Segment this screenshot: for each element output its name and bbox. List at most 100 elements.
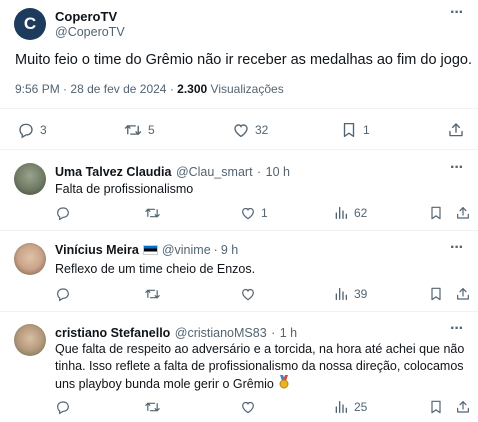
reply-header: cristiano Stefanello @cristianoMS83 · 1 … <box>55 324 297 342</box>
like-button[interactable]: 1 <box>240 205 268 221</box>
repost-button[interactable]: 5 <box>123 121 155 139</box>
share-icon <box>455 286 471 302</box>
reply-author-name[interactable]: cristiano Stefanello <box>55 326 170 340</box>
heart-icon <box>240 286 256 302</box>
views-button[interactable]: 39 <box>333 286 367 302</box>
reply-icon <box>55 286 71 302</box>
reply-icon <box>17 121 35 139</box>
meta-separator: · <box>257 165 262 179</box>
bookmark-button[interactable] <box>428 399 449 415</box>
post-date[interactable]: 28 de fev de 2024 <box>70 82 166 96</box>
views-button[interactable]: 62 <box>333 205 367 221</box>
share-button[interactable] <box>455 205 476 221</box>
bookmark-count: 1 <box>363 123 370 137</box>
repost-button[interactable] <box>144 286 166 302</box>
reply-button[interactable] <box>55 205 76 221</box>
heart-icon <box>240 205 256 221</box>
avatar[interactable] <box>14 324 46 356</box>
reply-author-handle[interactable]: @vinime <box>162 243 211 257</box>
bookmark-button[interactable] <box>428 205 449 221</box>
bookmark-button[interactable] <box>428 286 449 302</box>
share-button[interactable] <box>455 286 476 302</box>
heart-icon <box>240 399 256 415</box>
post-handle[interactable]: @CoperoTV <box>55 25 125 39</box>
reply-text: Reflexo de um time cheio de Enzos. <box>55 262 256 276</box>
reply-icon <box>55 399 71 415</box>
reply-author-handle[interactable]: @cristianoMS83 <box>175 326 267 340</box>
reply-count: 3 <box>40 123 47 137</box>
repost-button[interactable] <box>144 205 166 221</box>
like-button[interactable]: 32 <box>232 121 268 139</box>
divider <box>0 230 478 231</box>
reply-time[interactable]: 10 h <box>266 165 290 179</box>
divider <box>0 149 478 150</box>
views-count: 25 <box>354 400 368 414</box>
post-meta: 9:56 PM · 28 de fev de 2024 · 2.300 Visu… <box>15 82 284 96</box>
medal-emoji-icon <box>278 375 290 394</box>
reply-author-name[interactable]: Vinícius Meira <box>55 243 139 257</box>
views-count: 2.300 <box>177 82 208 96</box>
meta-separator: · <box>271 326 276 340</box>
heart-icon <box>232 121 250 139</box>
reply-header: Vinícius Meira @vinime · 9 h <box>55 243 238 257</box>
repost-button[interactable] <box>144 399 166 415</box>
share-icon <box>447 121 465 139</box>
reply-author-name[interactable]: Uma Talvez Claudia <box>55 165 171 179</box>
like-count: 1 <box>261 206 268 220</box>
reply-time[interactable]: 9 h <box>221 243 238 257</box>
reply-text-line: Que falta de respeito ao adversário e a … <box>55 342 465 356</box>
views-count: 62 <box>354 206 368 220</box>
reply-button[interactable] <box>55 399 76 415</box>
estonia-flag-icon <box>142 245 158 255</box>
share-icon <box>455 205 471 221</box>
more-options-button[interactable]: ··· <box>450 4 464 22</box>
like-button[interactable] <box>240 399 261 415</box>
reply-button[interactable]: 3 <box>17 121 47 139</box>
reply-text-line: uns playboy bunda mole gerir o Grêmio <box>55 375 473 394</box>
more-options-button[interactable]: ··· <box>450 239 464 257</box>
bookmark-button[interactable]: 1 <box>340 121 370 139</box>
avatar[interactable] <box>14 243 46 275</box>
analytics-icon <box>333 286 349 302</box>
reply-header: Uma Talvez Claudia @Clau_smart · 10 h <box>55 163 290 181</box>
bookmark-icon <box>340 121 358 139</box>
reply-text: Falta de profissionalismo <box>55 182 194 196</box>
avatar-letter: C <box>23 14 37 33</box>
like-count: 32 <box>255 123 269 137</box>
reply-text: Que falta de respeito ao adversário e a … <box>55 341 473 394</box>
post-time[interactable]: 9:56 PM <box>15 82 60 96</box>
repost-icon <box>123 121 143 139</box>
divider <box>0 311 478 312</box>
repost-icon <box>144 286 161 302</box>
meta-separator: · <box>169 82 174 96</box>
repost-count: 5 <box>148 123 155 137</box>
analytics-icon <box>333 399 349 415</box>
views-button[interactable]: 25 <box>333 399 367 415</box>
avatar[interactable] <box>14 163 46 195</box>
repost-icon <box>144 205 161 221</box>
share-button[interactable] <box>447 121 470 139</box>
reply-button[interactable] <box>55 286 76 302</box>
avatar[interactable]: C <box>14 8 46 40</box>
like-button[interactable] <box>240 286 261 302</box>
more-options-button[interactable]: ··· <box>450 320 464 338</box>
meta-separator: · <box>63 82 68 96</box>
post-text: Muito feio o time do Grêmio não ir receb… <box>15 52 472 68</box>
reply-text-segment: uns playboy bunda mole gerir o Grêmio <box>55 377 274 391</box>
bookmark-icon <box>428 205 444 221</box>
divider <box>0 108 478 109</box>
bookmark-icon <box>428 286 444 302</box>
post-display-name[interactable]: CoperoTV <box>55 9 117 24</box>
analytics-icon <box>333 205 349 221</box>
reply-text-line: tinha. Isso reflete a falta de profissio… <box>55 359 464 373</box>
meta-separator: · <box>213 243 218 257</box>
reply-time[interactable]: 1 h <box>280 326 297 340</box>
share-button[interactable] <box>455 399 476 415</box>
reply-author-handle[interactable]: @Clau_smart <box>176 165 253 179</box>
bookmark-icon <box>428 399 444 415</box>
share-icon <box>455 399 471 415</box>
reply-icon <box>55 205 71 221</box>
views-count: 39 <box>354 287 368 301</box>
more-options-button[interactable]: ··· <box>450 159 464 177</box>
views-label: Visualizações <box>210 82 284 96</box>
